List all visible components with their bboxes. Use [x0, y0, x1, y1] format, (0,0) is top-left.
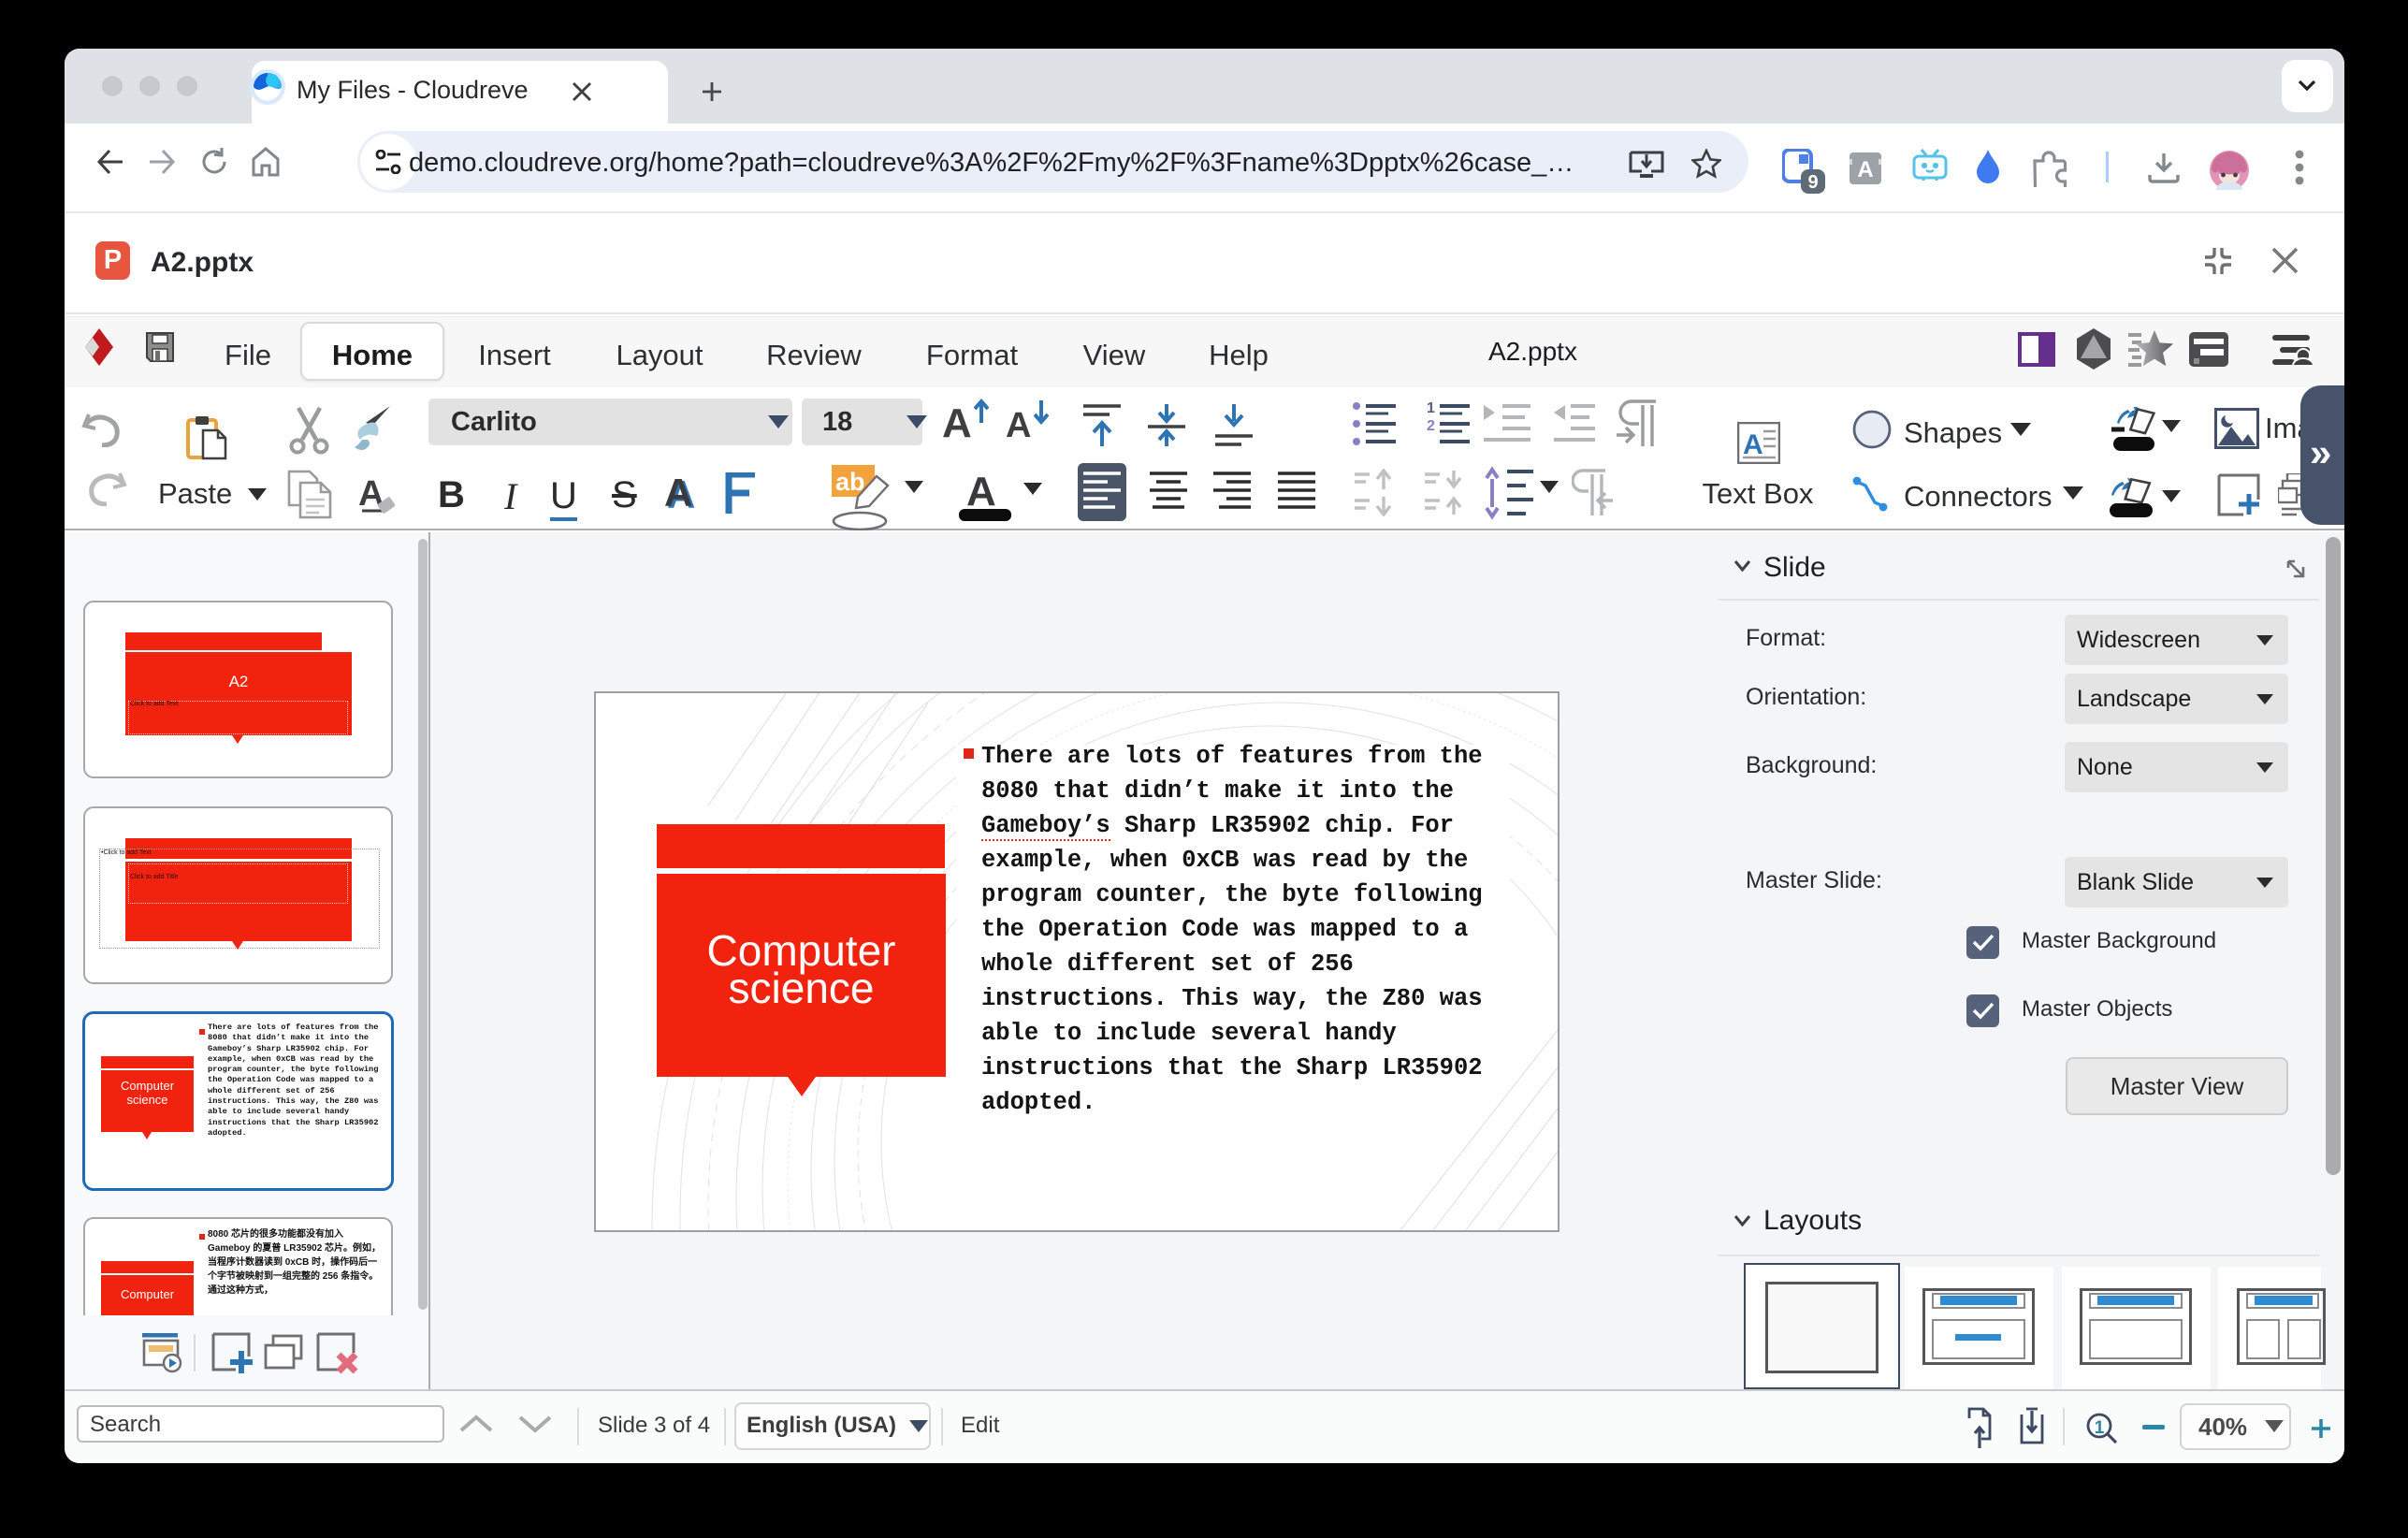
svg-text:1: 1: [2095, 1418, 2105, 1438]
svg-text:9: 9: [1807, 172, 1818, 193]
svg-text:A: A: [1857, 157, 1873, 182]
svg-text:ab: ab: [835, 468, 865, 496]
svg-text:1: 1: [1427, 401, 1435, 416]
svg-text:2: 2: [1427, 418, 1435, 434]
svg-text:A: A: [1743, 429, 1763, 460]
